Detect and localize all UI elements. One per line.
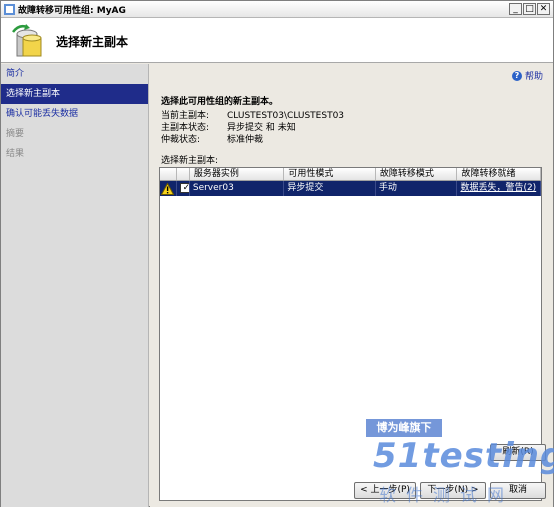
select-cell: ✓ [177,181,190,196]
wizard-window: 故障转移可用性组: MyAG _ □ ✕ 选择新主副本 简介 选择新主副本 确认… [0,0,554,507]
help-icon: ? [511,70,522,81]
select-checkbox[interactable]: ✓ [179,183,190,193]
column-header-select[interactable] [177,168,190,180]
info-value: CLUSTEST03\CLUSTEST03 [227,111,345,121]
nav-item-intro[interactable]: 简介 [1,64,148,84]
help-link[interactable]: ? 帮助 [511,69,543,82]
info-value: 标准仲裁 [227,135,264,145]
wizard-header: 选择新主副本 [1,18,553,63]
help-label: 帮助 [524,72,543,82]
minimize-button[interactable]: _ [509,3,522,15]
column-header-failover-readiness[interactable]: 故障转移就绪 [457,168,541,180]
cell-availability-mode: 异步提交 [284,181,376,196]
info-label: 仲裁状态: [161,135,201,145]
grid-header: 服务器实例 可用性模式 故障转移模式 故障转移就绪 [160,168,541,181]
info-row: 仲裁状态: 标准仲裁 [161,134,344,146]
section-title: 选择此可用性组的新主副本。 [161,97,279,107]
minimize-icon: _ [513,3,518,14]
nav-item-confirm-data-loss[interactable]: 确认可能丢失数据 [1,104,148,124]
table-row[interactable]: ✓ Server03 异步提交 手动 数据丢失，警告(2) [160,181,541,196]
info-row: 主副本状态: 异步提交 和 未知 [161,122,344,134]
column-header-status[interactable] [160,168,177,180]
nav-item-results: 结果 [6,149,25,159]
readiness-link[interactable]: 数据丢失，警告(2) [460,183,536,193]
select-label: 选择新主副本: [161,156,219,166]
warning-icon [161,182,175,195]
watermark-subtitle: 软件测试网 [379,486,514,506]
window-title: 故障转移可用性组: MyAG [18,5,126,16]
info-value: 异步提交 和 未知 [227,123,296,133]
info-label: 主副本状态: [161,123,210,133]
nav-item-summary: 摘要 [6,129,25,139]
info-row: 当前主副本: CLUSTEST03\CLUSTEST03 [161,110,344,122]
checkmark-icon: ✓ [182,183,190,193]
column-header-server-instance[interactable]: 服务器实例 [190,168,285,180]
column-header-failover-mode[interactable]: 故障转移模式 [376,168,458,180]
watermark-banner: 博为峰旗下 [366,419,442,437]
close-button[interactable]: ✕ [537,3,550,15]
cell-server-instance: Server03 [190,181,285,196]
nav-item-select-primary[interactable]: 选择新主副本 [1,84,148,104]
close-icon: ✕ [539,3,548,14]
app-icon [4,3,15,15]
maximize-button[interactable]: □ [523,3,536,15]
wizard-nav: 简介 选择新主副本 确认可能丢失数据 摘要 结果 [1,64,149,507]
page-title: 选择新主副本 [56,35,129,49]
column-header-availability-mode[interactable]: 可用性模式 [284,168,376,180]
warning-cell [160,181,177,196]
replica-info: 当前主副本: CLUSTEST03\CLUSTEST03 主副本状态: 异步提交… [161,110,344,146]
database-failover-icon [12,24,42,57]
maximize-icon: □ [525,3,534,14]
cell-failover-readiness: 数据丢失，警告(2) [457,181,541,196]
title-bar: 故障转移可用性组: MyAG _ □ ✕ [1,1,553,18]
cell-failover-mode: 手动 [376,181,458,196]
watermark-logo: 51testing [373,436,554,476]
info-label: 当前主副本: [161,111,210,121]
